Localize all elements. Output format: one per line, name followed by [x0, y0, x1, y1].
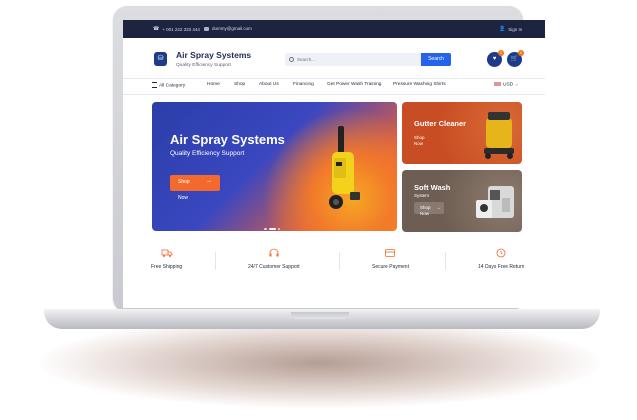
- hero-button-label-2: Now: [178, 195, 189, 201]
- pressure-washer-image: [329, 126, 360, 209]
- nav-shop[interactable]: Shop: [234, 82, 245, 87]
- card-title: Gutter Cleaner: [414, 119, 467, 128]
- hero-button-label: Shop: [178, 179, 190, 185]
- search-button[interactable]: Search: [421, 53, 451, 66]
- wishlist-count-badge: 0: [498, 50, 504, 56]
- chevron-down-icon: ⌄: [514, 82, 519, 88]
- card-title: Soft Wash: [414, 183, 451, 192]
- carousel-dot[interactable]: [277, 227, 280, 230]
- cart-button[interactable]: 🛒 0: [507, 50, 524, 67]
- nav-home[interactable]: Home: [207, 82, 220, 87]
- brand-title[interactable]: Air Spray Systems: [176, 50, 251, 60]
- brand-logo-icon[interactable]: ⛁: [154, 52, 167, 66]
- card-button-label-2: Now: [420, 211, 430, 216]
- feature-secure-payment: Secure Payment: [372, 248, 409, 270]
- hero-subtitle: Quality Efficiency Support: [170, 150, 245, 157]
- feature-customer-support: 24/7 Customer Support: [248, 248, 300, 270]
- top-bar: ☎ + 001 222 333 444 dummy@gmail.com 👤 Si…: [123, 20, 545, 38]
- nav-power-wash-training[interactable]: Get Power Wash Training: [327, 82, 381, 87]
- cart-icon: 🛒: [510, 56, 519, 62]
- promo-card-gutter-cleaner[interactable]: Gutter Cleaner Shop Now: [402, 102, 522, 164]
- currency-label: USD: [503, 82, 514, 88]
- user-icon: 👤: [499, 26, 506, 32]
- phone-number: + 001 222 333 444: [162, 26, 200, 32]
- carousel-dot-active[interactable]: [268, 227, 276, 230]
- card-payment-icon: [385, 249, 396, 257]
- feature-label: Free Shipping: [151, 264, 183, 270]
- card-button-label: Shop: [420, 205, 431, 210]
- promo-card-soft-wash[interactable]: Soft Wash System Shop Now →: [402, 170, 522, 232]
- phone-icon: ☎: [153, 26, 160, 32]
- clock-return-icon: [496, 248, 506, 258]
- search-box: [285, 53, 421, 66]
- cart-count-badge: 0: [518, 50, 524, 56]
- arrow-right-icon: →: [436, 205, 441, 211]
- arrow-right-icon: →: [206, 178, 212, 184]
- all-category-label: All Category: [159, 83, 186, 89]
- gutter-vacuum-image: [484, 112, 514, 159]
- hero-banner: Air Spray Systems Quality Efficiency Sup…: [152, 102, 397, 231]
- truck-icon: [161, 249, 172, 257]
- phone-contact[interactable]: ☎ + 001 222 333 444: [153, 26, 200, 32]
- all-category-menu[interactable]: All Category: [152, 82, 185, 88]
- card-button-label[interactable]: Shop: [414, 135, 425, 140]
- feature-free-return: 14 Days Free Return: [478, 248, 524, 270]
- soft-wash-machine-image: [476, 186, 514, 218]
- divider: [445, 252, 446, 270]
- feature-free-shipping: Free Shipping: [151, 248, 182, 270]
- card-button-label-2[interactable]: Now: [414, 141, 423, 146]
- laptop-shadow: [40, 318, 600, 408]
- divider: [339, 252, 340, 270]
- us-flag-icon: [494, 82, 501, 86]
- divider: [123, 94, 545, 95]
- nav-financing[interactable]: Financing: [293, 82, 314, 87]
- mail-icon: [204, 26, 209, 31]
- laptop-screen: ☎ + 001 222 333 444 dummy@gmail.com 👤 Si…: [123, 20, 545, 308]
- feature-label: 14 Days Free Return: [478, 264, 525, 270]
- search-icon: [289, 57, 294, 62]
- divider: [123, 78, 545, 79]
- carousel-dots[interactable]: [264, 217, 282, 231]
- menu-icon: [152, 82, 157, 88]
- feature-label: 24/7 Customer Support: [248, 264, 300, 270]
- brand-subtitle: Quality Efficiency Support: [176, 63, 231, 68]
- currency-selector[interactable]: USD ⌄: [494, 82, 519, 87]
- sign-in-link[interactable]: 👤 Sign In: [499, 26, 522, 32]
- headset-icon: [269, 248, 279, 257]
- divider: [215, 252, 216, 270]
- nav-pressure-washing-shirts[interactable]: Pressure Washing Shirts: [393, 82, 446, 87]
- sign-in-label: Sign In: [508, 26, 523, 32]
- card-subtitle: System: [414, 193, 430, 198]
- nav-about-us[interactable]: About Us: [259, 82, 279, 87]
- hero-title: Air Spray Systems: [170, 132, 285, 147]
- wishlist-button[interactable]: ♥ 0: [487, 50, 504, 67]
- carousel-dot[interactable]: [264, 227, 267, 230]
- heart-icon: ♥: [492, 56, 497, 62]
- email-contact[interactable]: dummy@gmail.com: [204, 26, 252, 31]
- feature-label: Secure Payment: [372, 264, 409, 270]
- search-input[interactable]: [297, 53, 417, 66]
- laptop-notch: [291, 312, 349, 319]
- email-address: dummy@gmail.com: [212, 26, 252, 31]
